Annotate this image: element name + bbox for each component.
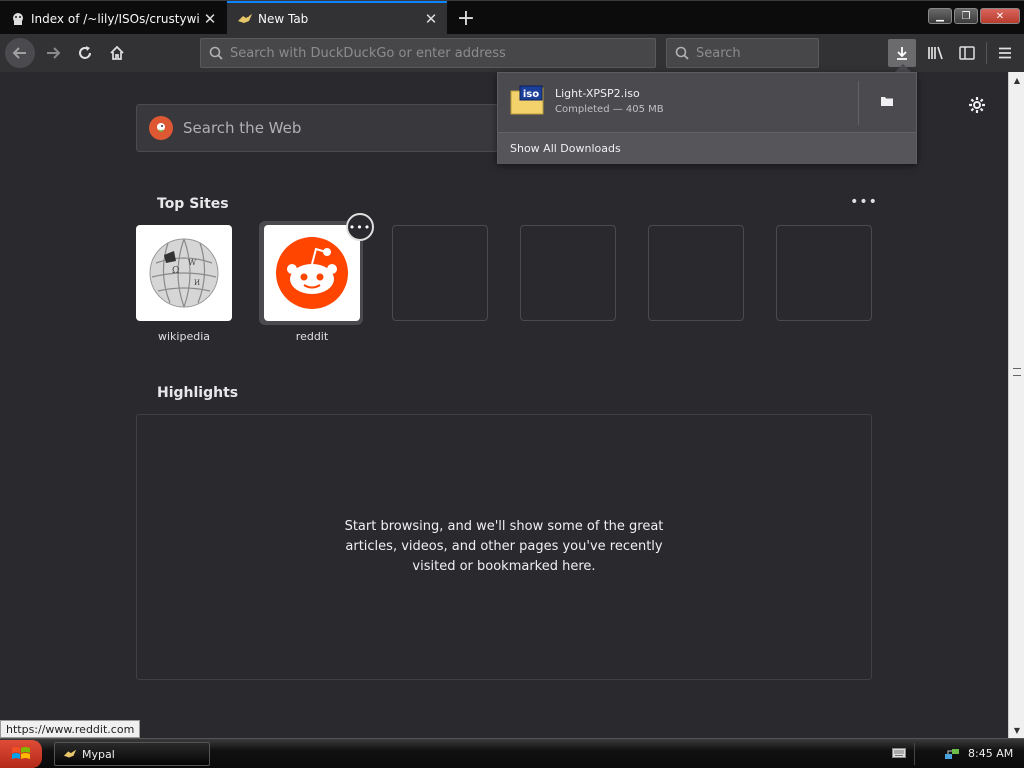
top-site-tile-reddit[interactable]: [264, 225, 360, 321]
ghost-icon: [10, 11, 26, 27]
top-site-label: wikipedia: [157, 330, 210, 343]
taskbar-item-label: Mypal: [82, 747, 115, 761]
home-button[interactable]: [102, 38, 132, 68]
tab-index-of-isos[interactable]: Index of /~lily/ISOs/crustywindow ✕: [0, 3, 226, 34]
mypal-icon: [63, 749, 77, 758]
download-file-name: Light-XPSP2.iso: [555, 87, 640, 100]
forward-arrow-icon: [47, 47, 61, 59]
system-tray: 8:45 AM: [882, 740, 1024, 768]
tray-separator: [914, 743, 915, 765]
tab-title: Index of /~lily/ISOs/crustywindow: [31, 11, 200, 26]
address-bar[interactable]: Search with DuckDuckGo or enter address: [200, 38, 656, 68]
download-status: Completed — 405 MB: [555, 104, 664, 115]
iso-file-icon: iso: [510, 85, 544, 115]
screen: Index of /~lily/ISOs/crustywindow ✕ New …: [0, 0, 1024, 768]
status-link-url: https://www.reddit.com: [0, 720, 141, 738]
vertical-scrollbar[interactable]: ▲ ▼: [1008, 72, 1024, 738]
download-item-divider: [858, 81, 859, 125]
svg-text:И: И: [194, 279, 200, 287]
top-site-empty-slot[interactable]: [520, 225, 616, 321]
address-bar-placeholder: Search with DuckDuckGo or enter address: [230, 45, 506, 61]
reload-icon: [79, 46, 91, 59]
restore-button[interactable]: ❐: [954, 8, 978, 24]
highlights-empty-state: Start browsing, and we'll show some of t…: [136, 414, 872, 680]
library-button[interactable]: [922, 39, 950, 67]
mypal-icon: [237, 11, 253, 27]
scrollbar-grip[interactable]: [1013, 368, 1021, 376]
download-arrow-icon: [897, 47, 907, 60]
scroll-down-arrow-icon[interactable]: ▼: [1009, 722, 1024, 738]
top-sites-heading: Top Sites: [157, 196, 229, 212]
close-window-button[interactable]: ✕: [980, 8, 1020, 24]
more-options-icon[interactable]: •••: [346, 213, 374, 241]
svg-text:W: W: [188, 258, 197, 267]
highlights-heading: Highlights: [157, 385, 239, 401]
scroll-up-arrow-icon[interactable]: ▲: [1009, 72, 1024, 88]
close-tab-icon[interactable]: ✕: [200, 9, 220, 29]
network-icon[interactable]: [944, 746, 960, 762]
search-bar-placeholder: Search: [696, 45, 741, 61]
duckduckgo-icon: [149, 116, 173, 140]
top-site-empty-slot[interactable]: [776, 225, 872, 321]
search-icon: [209, 46, 223, 60]
search-icon: [675, 46, 689, 60]
clock[interactable]: 8:45 AM: [968, 747, 1013, 760]
top-site-tile-wikipedia[interactable]: Ω W И: [136, 225, 232, 321]
tab-new-tab[interactable]: New Tab ✕: [227, 1, 447, 34]
svg-text:Ω: Ω: [172, 266, 179, 276]
wikipedia-icon: Ω W И: [149, 238, 219, 308]
web-search-placeholder: Search the Web: [183, 119, 302, 137]
taskbar: Mypal 8:45 AM: [0, 738, 1024, 768]
sidebar-button[interactable]: [953, 39, 981, 67]
close-tab-icon[interactable]: ✕: [421, 9, 441, 29]
start-button[interactable]: [0, 740, 42, 768]
new-tab-button[interactable]: +: [452, 5, 480, 31]
back-button[interactable]: [5, 38, 35, 68]
new-tab-page: Search the Web Top Sites ••• Ω W И wikip…: [0, 72, 1008, 738]
top-site-empty-slot[interactable]: [648, 225, 744, 321]
back-arrow-icon: [12, 47, 26, 59]
windows-logo-icon: [12, 747, 30, 759]
navigation-toolbar: Search with DuckDuckGo or enter address …: [0, 34, 1024, 72]
web-search-box[interactable]: Search the Web: [136, 104, 506, 152]
top-site-empty-slot[interactable]: [392, 225, 488, 321]
home-icon: [110, 45, 124, 60]
top-site-label: reddit: [295, 330, 329, 343]
taskbar-item-mypal[interactable]: Mypal: [54, 742, 210, 766]
tab-strip: Index of /~lily/ISOs/crustywindow ✕ New …: [0, 0, 1024, 34]
more-options-icon[interactable]: •••: [850, 192, 877, 212]
sidebar-icon: [959, 46, 975, 60]
reload-button[interactable]: [70, 38, 100, 68]
downloads-button[interactable]: [888, 39, 916, 67]
toolbar-separator: [986, 42, 987, 64]
show-all-downloads-button[interactable]: Show All Downloads: [498, 132, 916, 164]
hamburger-menu-icon: [999, 47, 1011, 59]
library-icon: [928, 46, 943, 60]
window-controls: ▁ ❐ ✕: [928, 8, 1020, 24]
reddit-icon: [276, 237, 348, 309]
download-item[interactable]: iso Light-XPSP2.iso Completed — 405 MB: [498, 73, 858, 131]
search-bar[interactable]: Search: [666, 38, 819, 68]
main-menu-button[interactable]: [991, 39, 1019, 67]
gear-icon[interactable]: [966, 94, 988, 116]
keyboard-icon[interactable]: [892, 747, 906, 759]
folder-icon[interactable]: [874, 91, 900, 111]
iso-icon-label: iso: [523, 89, 539, 100]
highlights-message: Start browsing, and we'll show some of t…: [344, 519, 664, 574]
tab-title: New Tab: [258, 11, 309, 26]
forward-button[interactable]: [38, 38, 68, 68]
downloads-panel: iso Light-XPSP2.iso Completed — 405 MB S…: [497, 72, 917, 164]
minimize-button[interactable]: ▁: [928, 8, 952, 24]
